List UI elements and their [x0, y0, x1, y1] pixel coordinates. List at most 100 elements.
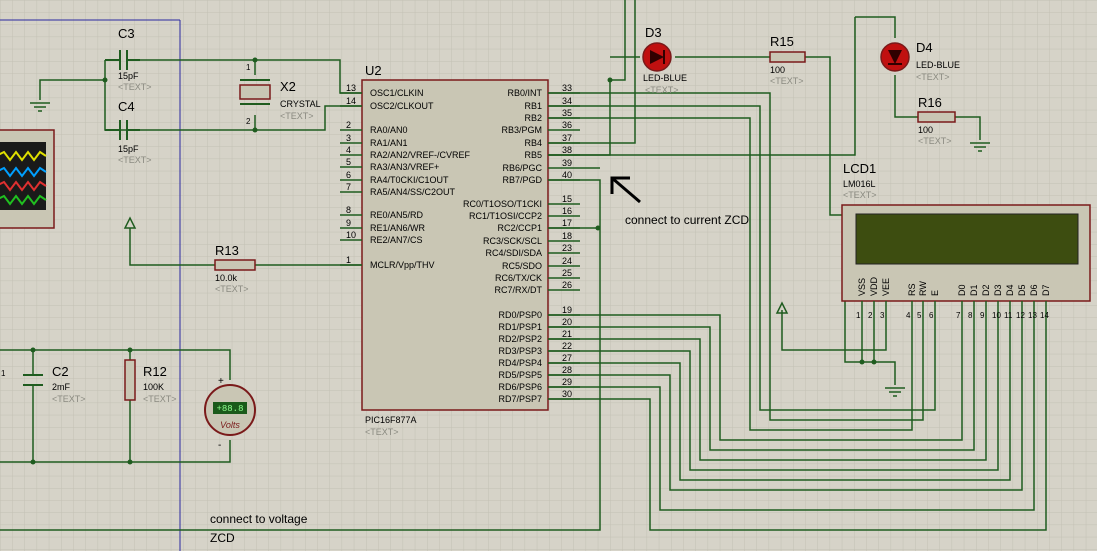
r16-value: 100	[918, 125, 933, 135]
x2-value: CRYSTAL	[280, 99, 321, 109]
x2-ref: X2	[280, 79, 296, 94]
resistor-R12[interactable]	[124, 359, 136, 401]
pic-pin-number: 7	[346, 182, 351, 192]
pic-pin-label: RA5/AN4/SS/C2OUT	[370, 187, 456, 197]
pic-pin-number: 29	[562, 377, 572, 387]
pic-pin-label: RD1/PSP1	[498, 322, 542, 332]
lcd-pin-number: 6	[929, 311, 934, 320]
u2-text: <TEXT>	[365, 427, 399, 437]
d4-text: <TEXT>	[916, 72, 950, 82]
pic-pin-label: MCLR/Vpp/THV	[370, 260, 435, 270]
c4-value: 15pF	[118, 144, 139, 154]
pic-pin-number: 14	[346, 96, 356, 106]
pic-pin-number: 27	[562, 353, 572, 363]
pic-pin-number: 30	[562, 389, 572, 399]
note-voltage-zcd-line1: connect to voltage	[210, 512, 308, 526]
pic-pin-label: RB1	[524, 101, 542, 111]
pic-pin-number: 17	[562, 218, 572, 228]
led-D4[interactable]	[880, 42, 910, 72]
c3-text: <TEXT>	[118, 82, 152, 92]
pic-pin-label: RC7/RX/DT	[494, 285, 542, 295]
pic-pin-number: 40	[562, 170, 572, 180]
pic-pin-number: 3	[346, 133, 351, 143]
pic-pin-number: 34	[562, 96, 572, 106]
r12-text: <TEXT>	[143, 394, 177, 404]
lcd-pin-label: E	[930, 290, 940, 296]
lcd-pin-label: RS	[907, 283, 917, 296]
pic-pin-label: RC6/TX/CK	[495, 273, 542, 283]
pic-pin-label: RC0/T1OSO/T1CKI	[463, 199, 542, 209]
pic-pin-label: RB4	[524, 138, 542, 148]
pic-pin-label: RC2/CCP1	[497, 223, 542, 233]
lcd-pin-label: RW	[918, 281, 928, 296]
r13-text: <TEXT>	[215, 284, 249, 294]
pic-pin-label: RA0/AN0	[370, 125, 408, 135]
lcd-pin-label: D3	[993, 284, 1003, 296]
schematic-canvas[interactable]: +88.8 Volts + - 13 OSC1/CLKIN14 OSC2/CLKOU…	[0, 0, 1097, 551]
r15-ref: R15	[770, 34, 794, 49]
lcd-pin-number: 11	[1004, 311, 1013, 320]
pic-pin-number: 19	[562, 305, 572, 315]
r16-ref: R16	[918, 95, 942, 110]
u2-ref: U2	[365, 63, 382, 78]
lcd-pin-label: D6	[1029, 284, 1039, 296]
pic-pin-number: 26	[562, 280, 572, 290]
lcd-pin-number: 4	[906, 311, 911, 320]
pic-pin-label: RD0/PSP0	[498, 310, 542, 320]
lcd-pin-label: VEE	[881, 278, 891, 296]
pic-pin-number: 28	[562, 365, 572, 375]
lcd-pin-label: D4	[1005, 284, 1015, 296]
pic-pin-number: 15	[562, 194, 572, 204]
lcd-pin-number: 7	[956, 311, 961, 320]
lcd1-ref: LCD1	[843, 161, 876, 176]
c4-ref: C4	[118, 99, 135, 114]
pic-pin-number: 25	[562, 268, 572, 278]
lcd1-text: <TEXT>	[843, 190, 877, 200]
lcd-pin-number: 3	[880, 311, 885, 320]
voltmeter-minus: -	[218, 440, 221, 451]
pic-pin-label: RD4/PSP4	[498, 358, 542, 368]
pic-pin-label: RD5/PSP5	[498, 370, 542, 380]
c2-value: 2mF	[52, 382, 71, 392]
resistor-R13[interactable]	[214, 259, 256, 271]
pic-pin-number: 10	[346, 230, 356, 240]
lcd-pin-number: 8	[968, 311, 973, 320]
pic-pin-number: 36	[562, 120, 572, 130]
x2-pin1: 1	[246, 63, 251, 72]
pic-pin-label: RD6/PSP6	[498, 382, 542, 392]
pic-pin-label: RA2/AN2/VREF-/CVREF	[370, 150, 471, 160]
pic-pin-label: RD2/PSP2	[498, 334, 542, 344]
lcd-pin-label: D0	[957, 284, 967, 296]
lcd-pin-number: 1	[856, 311, 861, 320]
voltmeter-plus: +	[218, 376, 224, 387]
lcd1-part: LM016L	[843, 179, 876, 189]
lcd-pin-label: D5	[1017, 284, 1027, 296]
pic-pin-number: 5	[346, 157, 351, 167]
x2-text: <TEXT>	[280, 111, 314, 121]
c2-ref: C2	[52, 364, 69, 379]
pic-pin-number: 20	[562, 317, 572, 327]
pic-pin-label: RE0/AN5/RD	[370, 210, 424, 220]
pic-pin-number: 8	[346, 205, 351, 215]
d4-value: LED-BLUE	[916, 60, 960, 70]
resistor-R16[interactable]	[917, 111, 956, 123]
x2-pin2: 2	[246, 117, 251, 126]
voltmeter-unit: Volts	[220, 420, 240, 430]
lcd-pin-label: D1	[969, 284, 979, 296]
pic-pin-number: 6	[346, 170, 351, 180]
pic-pin-label: RB0/INT	[507, 88, 542, 98]
r15-value: 100	[770, 65, 785, 75]
d3-value: LED-BLUE	[643, 73, 687, 83]
lcd-pin-number: 5	[917, 311, 922, 320]
oscilloscope-icon[interactable]	[0, 129, 55, 229]
resistor-R15[interactable]	[769, 51, 806, 63]
led-D3[interactable]	[642, 42, 672, 72]
pic-pin-label: RB3/PGM	[501, 125, 542, 135]
note-current-zcd: connect to current ZCD	[625, 213, 750, 227]
lcd-pin-label: D7	[1041, 284, 1051, 296]
c3-value: 15pF	[118, 71, 139, 81]
lcd-pin-number: 9	[980, 311, 985, 320]
pic-pin-label: RD3/PSP3	[498, 346, 542, 356]
r13-value: 10.0k	[215, 273, 238, 283]
pic-pin-number: 38	[562, 145, 572, 155]
